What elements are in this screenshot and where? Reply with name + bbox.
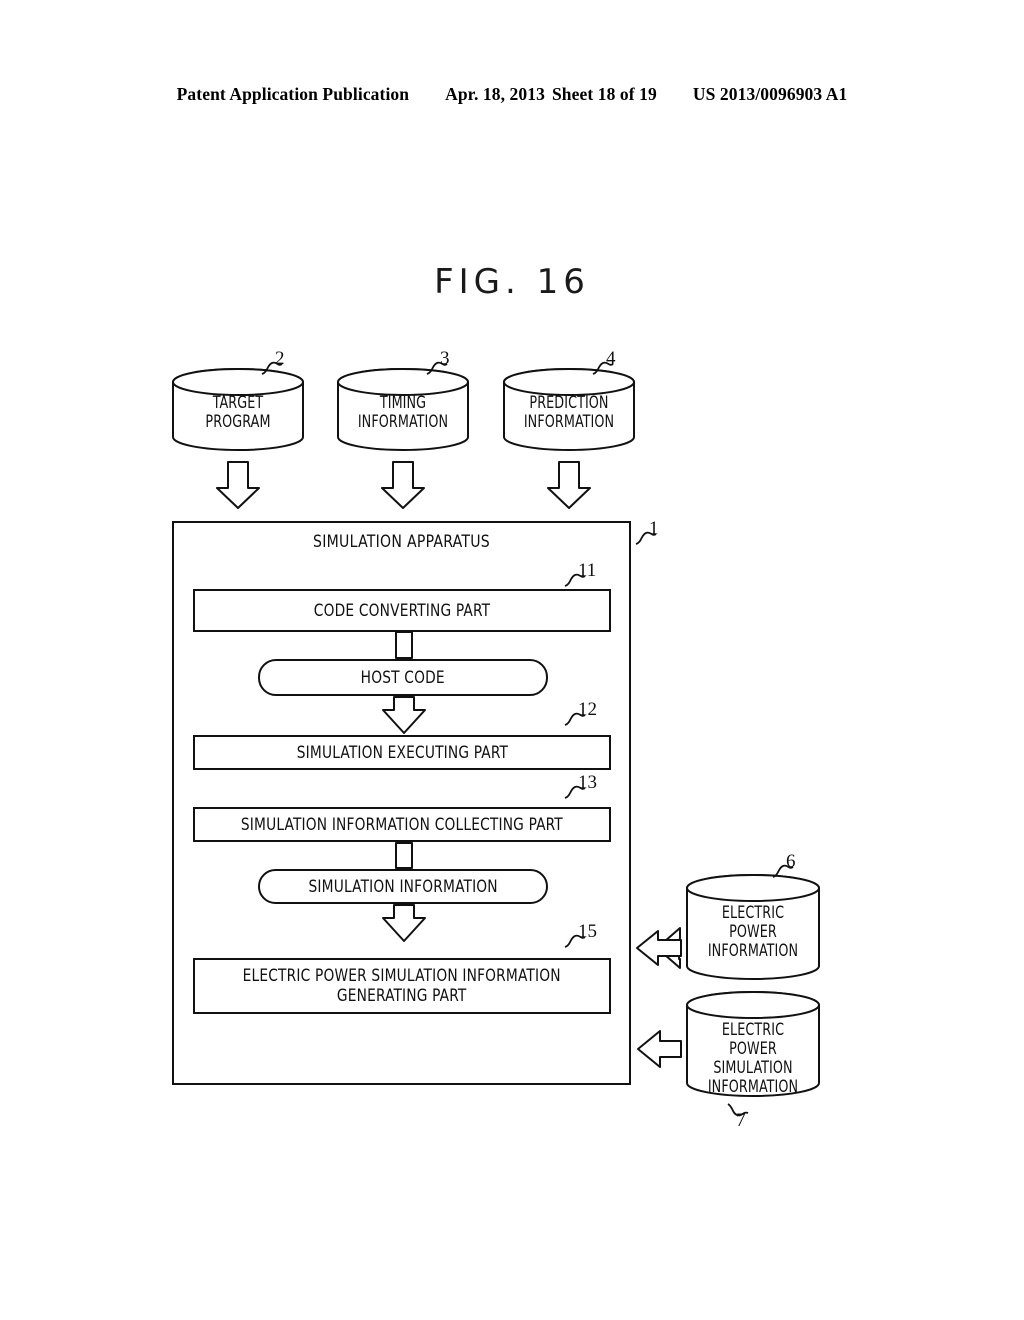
cylinder-label-electric-power-simulation-information: ELECTRIC POWER SIMULATION INFORMATION: [707, 1020, 799, 1096]
block-label-code-converting-part: CODE CONVERTING PART: [313, 600, 491, 621]
block-simulation-information-collecting-part[interactable]: SIMULATION INFORMATION COLLECTING PART: [193, 807, 611, 842]
block-electric-power-simulation-information-generating-part[interactable]: ELECTRIC POWER SIMULATION INFORMATION GE…: [193, 958, 611, 1014]
cylinder-label-target-program: TARGET PROGRAM: [205, 393, 271, 431]
refnum-3: 3: [440, 348, 450, 369]
refnum-2: 2: [275, 348, 285, 369]
block-host-code[interactable]: HOST CODE: [258, 659, 548, 696]
refnum-6: 6: [786, 851, 796, 872]
cylinder-label-prediction-information: PREDICTION INFORMATION: [523, 393, 615, 431]
arrow-down-target-program: [216, 461, 260, 509]
refnum-4: 4: [606, 348, 616, 369]
arrow-down-timing-information: [381, 461, 425, 509]
arrow-down-prediction-information: [547, 461, 591, 509]
block-code-converting-part[interactable]: CODE CONVERTING PART: [193, 589, 611, 632]
block-label-simulation-information: SIMULATION INFORMATION: [308, 876, 498, 897]
cylinder-label-electric-power-information: ELECTRIC POWER INFORMATION: [707, 903, 799, 960]
refnum-7: 7: [736, 1110, 746, 1131]
block-label-host-code: HOST CODE: [360, 667, 446, 688]
figure-16-diagram: .stroke { fill:none; stroke:#111; stroke…: [0, 0, 1024, 1320]
block-label-simulation-executing-part: SIMULATION EXECUTING PART: [296, 742, 508, 763]
refnum-1: 1: [649, 518, 659, 539]
arrow-right-electric-power-simulation-information: [637, 1030, 682, 1068]
block-label-simulation-information-collecting-part: SIMULATION INFORMATION COLLECTING PART: [240, 814, 564, 835]
block-simulation-information[interactable]: SIMULATION INFORMATION: [258, 869, 548, 904]
block-simulation-executing-part[interactable]: SIMULATION EXECUTING PART: [193, 735, 611, 770]
block-label-electric-power-simulation-information-generating-part: ELECTRIC POWER SIMULATION INFORMATION GE…: [242, 966, 562, 1006]
simulation-apparatus-title: SIMULATION APPARATUS: [312, 532, 491, 552]
cylinder-label-timing-information: TIMING INFORMATION: [357, 393, 449, 431]
